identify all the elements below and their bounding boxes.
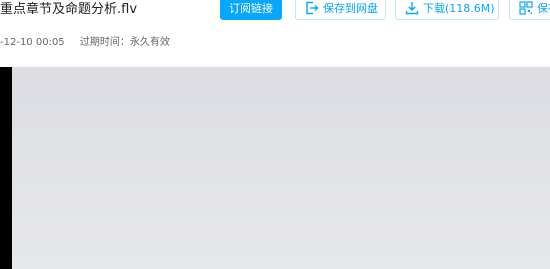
save-to-disk-label: 保存到网盘 [323,2,378,15]
subscribe-link-label: 订阅链接 [229,2,273,15]
download-icon [405,1,419,15]
file-meta: -12-10 00:05 过期时间：永久有效 [0,33,170,48]
qr-save-label: 保存 [537,2,550,15]
download-button[interactable]: 下载(118.6M) [395,0,499,20]
expire-time: 过期时间：永久有效 [79,37,170,48]
video-player[interactable] [0,67,550,269]
file-title: 重点章节及命题分析.flv [0,2,138,17]
save-to-disk-icon [305,1,319,15]
qr-code-icon [519,1,533,15]
subscribe-link-button[interactable]: 订阅链接 [220,0,282,20]
share-time: -12-10 00:05 [0,37,65,48]
save-to-disk-button[interactable]: 保存到网盘 [295,0,386,20]
download-label: 下载(118.6M) [423,2,495,15]
share-page: 重点章节及命题分析.flv -12-10 00:05 过期时间：永久有效 订阅链… [0,0,550,269]
qr-save-button[interactable]: 保存 [509,0,550,20]
video-surface[interactable] [12,67,550,269]
